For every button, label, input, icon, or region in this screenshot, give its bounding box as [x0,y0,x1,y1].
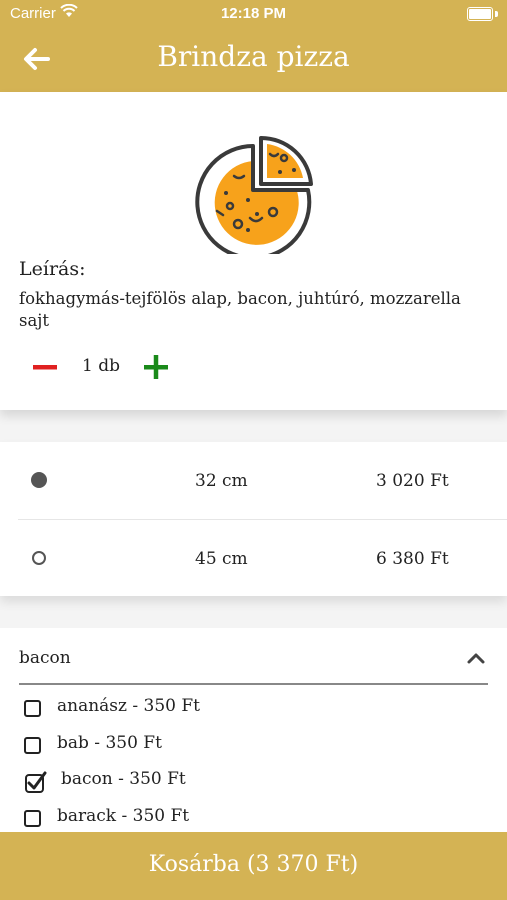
page-title: Brindza pizza [157,40,350,73]
minus-icon[interactable] [32,354,58,380]
size-label: 32 cm [195,471,248,491]
status-bar: Carrier 12:18 PM [0,0,507,28]
product-card: Leírás: fokhagymás-tejfölös alap, bacon,… [0,92,507,410]
size-options: 32 cm 3 020 Ft 45 cm 6 380 Ft [0,442,507,596]
pizza-icon [195,135,313,254]
app-header: Carrier 12:18 PM Brindza pizza [0,0,507,92]
add-to-cart-label: Kosárba (3 370 Ft) [148,852,359,877]
checkbox-unchecked-icon[interactable] [24,810,41,827]
radio-selected-icon[interactable] [31,472,47,488]
add-to-cart-button[interactable]: Kosárba (3 370 Ft) [0,832,507,900]
chevron-up-icon[interactable] [466,650,486,666]
radio-unselected-icon[interactable] [32,551,46,565]
extra-option-label: barack - 350 Ft [57,806,190,826]
quantity-value: 1 db [82,356,120,376]
battery-icon [467,7,493,21]
description-label: Leírás: [19,258,86,280]
description-text: fokhagymás-tejfölös alap, bacon, juhtúró… [19,289,461,330]
size-label: 45 cm [195,549,248,569]
select-underline [19,683,488,685]
size-option-32cm[interactable]: 32 cm 3 020 Ft [0,442,507,520]
checkbox-checked-icon[interactable] [24,769,50,795]
checkbox-unchecked-icon[interactable] [24,737,41,754]
extra-option-label: bab - 350 Ft [57,733,162,753]
size-price: 6 380 Ft [376,549,449,569]
size-price: 3 020 Ft [376,471,449,491]
plus-icon[interactable] [143,354,169,380]
extras-select-value[interactable]: bacon [19,648,71,668]
status-time: 12:18 PM [220,5,287,22]
extra-option-label: bacon - 350 Ft [61,769,186,789]
battery-tip [495,11,498,17]
extra-option-label: ananász - 350 Ft [57,696,201,716]
size-option-45cm[interactable]: 45 cm 6 380 Ft [0,520,507,596]
checkbox-unchecked-icon[interactable] [24,700,41,717]
extras-card: bacon ananász - 350 Ft bab - 350 Ft baco… [0,628,507,838]
